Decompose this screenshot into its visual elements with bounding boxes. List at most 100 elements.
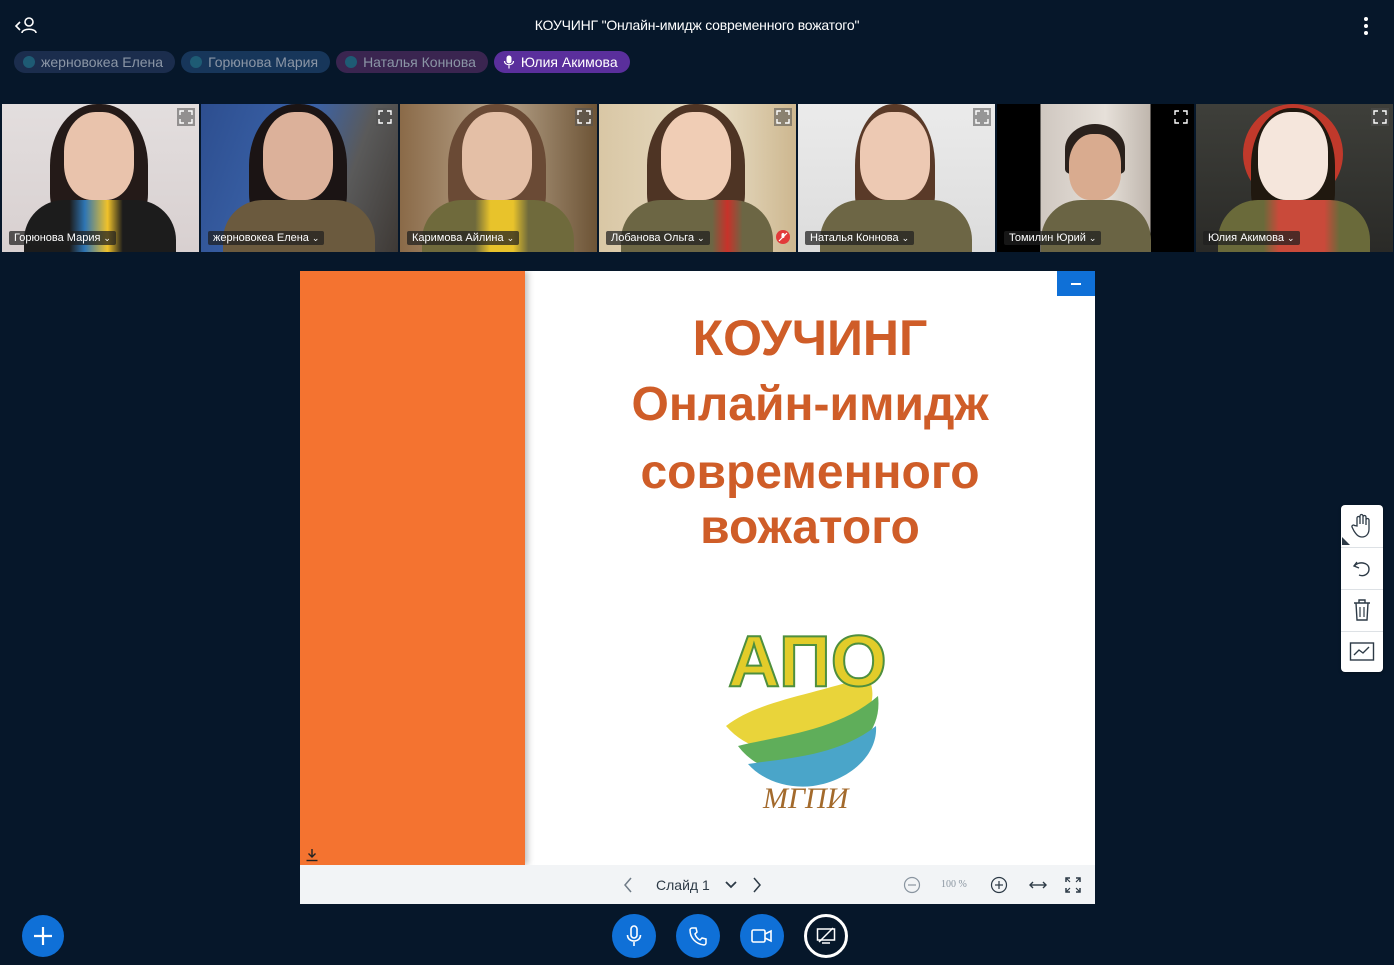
expand-icon <box>776 110 790 124</box>
video-tile[interactable]: жерновокеа Елена ⌄ <box>201 104 398 252</box>
video-tile[interactable]: Лобанова Ольга ⌄ <box>599 104 796 252</box>
chevron-down-icon: ⌄ <box>901 233 910 243</box>
talker-dot-icon <box>345 56 358 68</box>
hand-icon <box>1351 513 1370 538</box>
fullscreen-video-button[interactable] <box>1371 108 1389 126</box>
fullscreen-video-button[interactable] <box>177 108 195 126</box>
participant-face <box>462 112 532 200</box>
chevron-down-icon: ⌄ <box>697 233 705 243</box>
talker-name: Наталья Коннова <box>363 54 476 70</box>
participant-face <box>64 112 134 200</box>
svg-text:АПО: АПО <box>728 622 887 702</box>
slide-select-dropdown[interactable] <box>724 878 738 892</box>
talker-chip-active[interactable]: Юлия Акимова <box>493 51 630 73</box>
slide-title-line-2: Онлайн-имидж <box>631 378 989 431</box>
video-name-label[interactable]: жерновокеа Елена ⌄ <box>208 231 325 245</box>
undo-icon <box>1352 561 1370 577</box>
fit-to-width-button[interactable] <box>1028 876 1048 894</box>
fullscreen-video-button[interactable] <box>376 108 394 126</box>
options-dot-icon <box>1364 17 1368 21</box>
video-tile-speaking[interactable]: Юлия Акимова ⌄ <box>1196 104 1393 252</box>
screen-share-icon <box>816 927 836 944</box>
talker-chip[interactable]: Горюнова Мария <box>181 51 331 73</box>
meeting-title: КОУЧИНГ "Онлайн-имидж современного вожат… <box>534 17 860 33</box>
fullscreen-presentation-button[interactable] <box>1064 876 1082 894</box>
talking-indicator-bar: жерновокеа Елена Горюнова Мария Наталья … <box>14 51 630 73</box>
pan-tool-button[interactable] <box>1341 505 1383 546</box>
slide-title-line-1: КОУЧИНГ <box>692 310 928 366</box>
clear-annotations-button[interactable] <box>1341 589 1383 630</box>
video-name-label[interactable]: Наталья Коннова ⌄ <box>805 231 915 245</box>
muted-microphone-icon <box>776 230 790 244</box>
zoom-level: 100 % <box>941 879 967 890</box>
next-slide-button[interactable] <box>749 876 765 894</box>
whiteboard-toolbar <box>1341 505 1383 672</box>
download-icon[interactable] <box>305 848 319 862</box>
fullscreen-video-button[interactable] <box>1172 108 1190 126</box>
options-menu-button[interactable] <box>1358 15 1374 37</box>
multi-user-whiteboard-button[interactable] <box>1341 631 1383 672</box>
minimize-presentation-button[interactable] <box>1057 271 1095 296</box>
options-dot-icon <box>1364 24 1368 28</box>
video-name-label[interactable]: Лобанова Ольга ⌄ <box>606 231 710 245</box>
apo-mgpi-logo: АПО МГПИ <box>718 586 888 815</box>
previous-slide-button[interactable] <box>620 876 636 894</box>
video-name-label[interactable]: Горюнова Мария ⌄ <box>9 231 116 245</box>
talker-chip[interactable]: Наталья Коннова <box>336 51 488 73</box>
video-tile[interactable]: Томилин Юрий ⌄ <box>997 104 1194 252</box>
zoom-in-button[interactable] <box>990 876 1008 894</box>
participant-face <box>860 112 930 200</box>
fullscreen-video-button[interactable] <box>575 108 593 126</box>
chevron-down-icon: ⌄ <box>311 233 320 243</box>
expand-icon <box>1174 110 1188 124</box>
talker-chip[interactable]: жерновокеа Елена <box>14 51 176 73</box>
video-tile[interactable]: Горюнова Мария ⌄ <box>2 104 199 252</box>
slide-title-line-3: современного вожатого <box>640 446 980 554</box>
plus-icon <box>34 927 52 945</box>
participant-face <box>1258 112 1328 200</box>
video-name-text: Лобанова Ольга <box>611 232 695 244</box>
video-name-text: Юлия Акимова <box>1208 232 1285 244</box>
video-name-label[interactable]: Юлия Акимова ⌄ <box>1203 231 1300 245</box>
camera-toggle-button[interactable] <box>740 914 784 958</box>
video-tile[interactable]: Наталья Коннова ⌄ <box>798 104 995 252</box>
microphone-icon <box>626 925 642 946</box>
expand-icon <box>378 110 392 124</box>
video-name-label[interactable]: Томилин Юрий ⌄ <box>1004 231 1102 245</box>
zoom-out-button[interactable] <box>903 876 921 894</box>
microphone-toggle-button[interactable] <box>612 914 656 958</box>
video-name-text: Наталья Коннова <box>810 232 899 244</box>
fullscreen-video-button[interactable] <box>774 108 792 126</box>
expand-icon <box>179 110 193 124</box>
presentation-slide[interactable]: КОУЧИНГ Онлайн-имидж современного вожато… <box>300 271 1095 865</box>
screen-share-button[interactable] <box>804 914 848 958</box>
svg-text:МГПИ: МГПИ <box>762 782 851 811</box>
phone-icon <box>689 927 707 946</box>
video-name-text: Томилин Юрий <box>1009 232 1086 244</box>
options-dot-icon <box>1364 31 1368 35</box>
chevron-down-icon: ⌄ <box>103 233 111 243</box>
microphone-icon <box>503 55 514 69</box>
undo-button[interactable] <box>1341 547 1383 588</box>
video-name-label[interactable]: Каримова Айлина ⌄ <box>407 231 520 245</box>
expand-icon <box>577 110 591 124</box>
presentation-area: КОУЧИНГ Онлайн-имидж современного вожато… <box>300 271 1095 904</box>
video-name-text: Каримова Айлина <box>412 232 504 244</box>
leave-audio-button[interactable] <box>676 914 720 958</box>
chevron-down-icon: ⌄ <box>506 233 515 243</box>
talker-dot-icon <box>23 56 35 68</box>
corner-triangle-icon <box>1342 537 1350 545</box>
actions-plus-button[interactable] <box>22 915 64 957</box>
chevron-down-icon: ⌄ <box>1088 233 1097 243</box>
fullscreen-video-button[interactable] <box>973 108 991 126</box>
video-name-text: Горюнова Мария <box>14 232 101 244</box>
presentation-toolbar: Слайд 1 100 % <box>300 865 1095 904</box>
camera-icon <box>751 929 772 943</box>
expand-icon <box>975 110 989 124</box>
slide-number-label: Слайд 1 <box>656 877 710 893</box>
participant-face <box>263 112 333 200</box>
trash-icon <box>1354 599 1370 621</box>
video-name-text: жерновокеа Елена <box>213 232 309 244</box>
talker-name: Юлия Акимова <box>520 54 618 70</box>
video-tile[interactable]: Каримова Айлина ⌄ <box>400 104 597 252</box>
